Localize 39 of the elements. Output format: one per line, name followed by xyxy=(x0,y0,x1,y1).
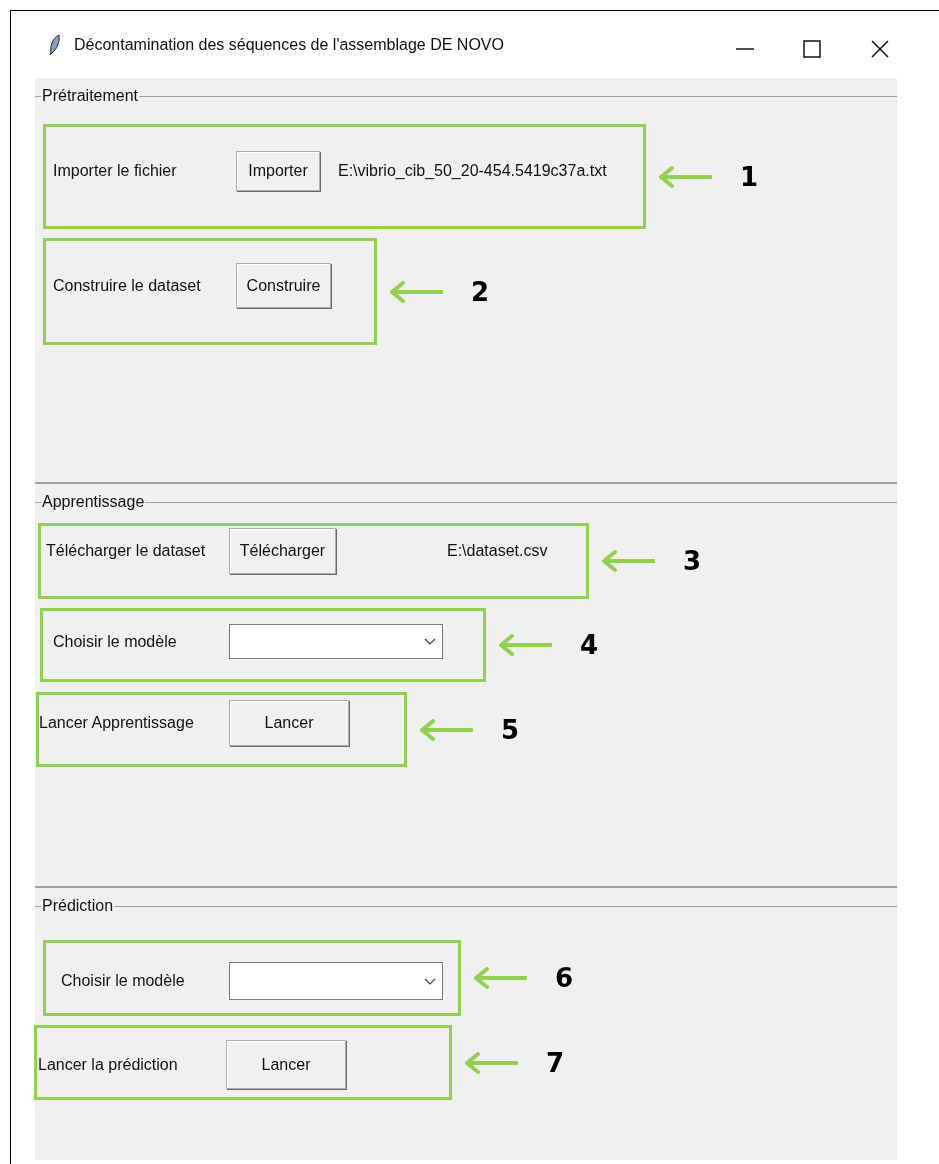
action-button[interactable]: Télécharger xyxy=(229,528,336,574)
field-label: Choisir le modèle xyxy=(53,632,178,651)
arrow-left-icon xyxy=(389,279,443,304)
arrow-left-icon xyxy=(498,633,552,657)
field-label: Lancer Apprentissage xyxy=(39,714,195,732)
field-label: Choisir le modèle xyxy=(61,972,186,990)
arrow-left-icon xyxy=(464,1050,518,1075)
field-label: Importer le fichier xyxy=(53,162,178,180)
field-label: Télécharger le dataset xyxy=(46,542,207,560)
callout-number: 3 xyxy=(683,546,702,576)
chevron-down-icon xyxy=(424,638,436,645)
chevron-down-icon xyxy=(424,977,436,985)
window-title: Décontamination des séquences de l'assemblage DE NOVO xyxy=(74,35,504,54)
section-title: Prétraitement xyxy=(41,87,140,105)
file-path: E:\dataset.csv xyxy=(447,542,548,560)
callout-number: 1 xyxy=(740,161,759,192)
arrow-left-icon xyxy=(658,164,712,189)
action-button[interactable]: Importer xyxy=(236,151,320,191)
callout-number: 7 xyxy=(546,1047,565,1078)
action-button[interactable]: Lancer xyxy=(229,700,349,746)
model-dropdown[interactable] xyxy=(229,962,443,1000)
section-title: Prédiction xyxy=(41,897,115,915)
arrow-left-icon xyxy=(419,717,473,742)
field-label: Lancer la prédiction xyxy=(38,1055,179,1074)
maximize-icon[interactable] xyxy=(803,40,821,58)
action-button[interactable]: Construire xyxy=(236,263,331,308)
feather-icon xyxy=(49,33,61,56)
action-button[interactable]: Lancer xyxy=(226,1040,346,1089)
model-dropdown[interactable] xyxy=(229,624,443,659)
arrow-left-icon xyxy=(473,966,527,990)
file-path: E:\vibrio_cib_50_20-454.5419c37a.txt xyxy=(338,162,607,180)
section-title: Apprentissage xyxy=(41,493,146,511)
field-label: Construire le dataset xyxy=(53,276,202,295)
callout-number: 2 xyxy=(471,276,490,307)
close-icon[interactable] xyxy=(871,40,889,58)
callout-number: 6 xyxy=(555,963,574,993)
arrow-left-icon xyxy=(601,549,655,573)
callout-number: 4 xyxy=(580,630,599,660)
callout-number: 5 xyxy=(501,714,520,745)
